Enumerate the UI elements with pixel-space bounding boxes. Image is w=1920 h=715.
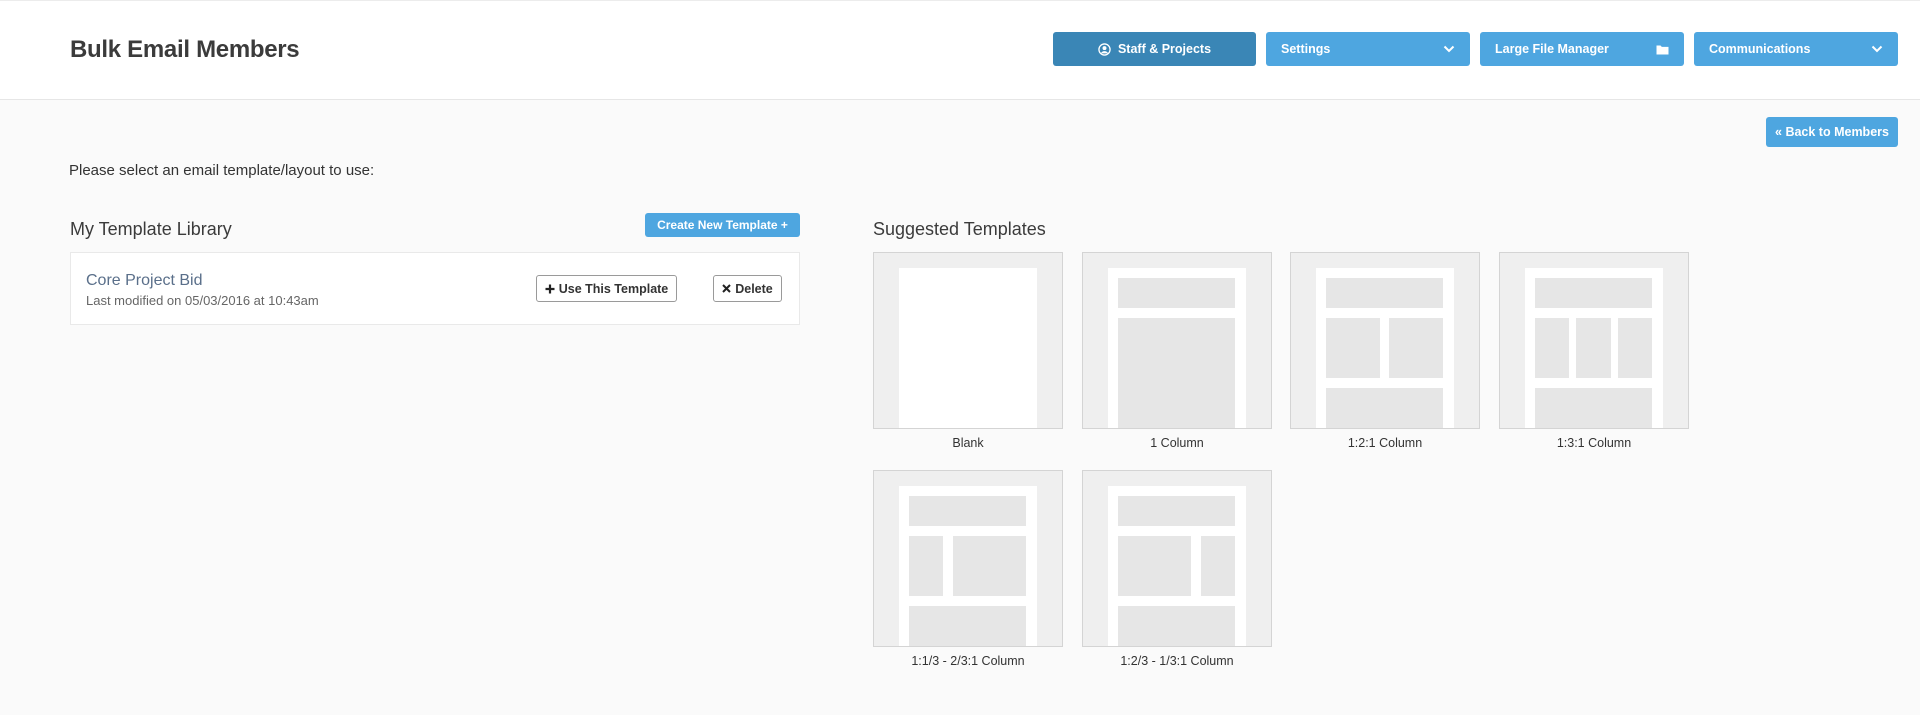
- close-icon: [722, 284, 731, 293]
- template-thumb-1-3-1-column[interactable]: [1499, 252, 1689, 429]
- template-thumb-label: 1:3:1 Column: [1556, 436, 1632, 450]
- template-thumb-1-column[interactable]: [1082, 252, 1272, 429]
- template-name[interactable]: Core Project Bid: [86, 272, 203, 290]
- template-thumb-label: 1:1/3 - 2/3:1 Column: [911, 654, 1025, 668]
- paper-preview: [1525, 268, 1663, 428]
- create-new-template-button[interactable]: Create New Template +: [645, 213, 800, 237]
- staff-projects-label: Staff & Projects: [1117, 42, 1212, 56]
- template-modified-date: Last modified on 05/03/2016 at 10:43am: [86, 293, 319, 308]
- template-thumb-blank[interactable]: [873, 252, 1063, 429]
- page-title: Bulk Email Members: [70, 36, 300, 63]
- chevron-down-icon: [1871, 45, 1883, 53]
- chevron-down-icon: [1443, 45, 1455, 53]
- template-thumb-1-1third-2third-1-column[interactable]: [873, 470, 1063, 647]
- template-card: Core Project Bid Last modified on 05/03/…: [70, 252, 800, 325]
- user-circle-icon: [1098, 42, 1111, 56]
- communications-dropdown[interactable]: Communications: [1694, 32, 1898, 66]
- template-thumb-label: 1:2/3 - 1/3:1 Column: [1120, 654, 1234, 668]
- large-file-manager-button[interactable]: Large File Manager: [1480, 32, 1684, 66]
- paper-preview: [899, 486, 1037, 646]
- instruction-text: Please select an email template/layout t…: [69, 162, 375, 179]
- top-header: Bulk Email Members Staff & Projects Sett…: [0, 0, 1920, 100]
- template-thumb-label: Blank: [952, 436, 984, 450]
- settings-dropdown[interactable]: Settings: [1266, 32, 1470, 66]
- use-template-label: Use This Template: [558, 281, 669, 296]
- back-to-members-button[interactable]: « Back to Members: [1766, 117, 1898, 147]
- library-title: My Template Library: [70, 219, 232, 239]
- folder-icon: [1656, 44, 1669, 55]
- paper-preview: [1316, 268, 1454, 428]
- settings-label: Settings: [1281, 42, 1331, 56]
- large-file-manager-label: Large File Manager: [1495, 42, 1609, 56]
- paper-preview: [1108, 486, 1246, 646]
- use-template-button[interactable]: Use This Template: [536, 275, 677, 302]
- template-thumb-1-2third-1third-1-column[interactable]: [1082, 470, 1272, 647]
- plus-icon: [545, 284, 555, 294]
- suggested-title: Suggested Templates: [873, 219, 1046, 239]
- template-thumb-label: 1 Column: [1150, 436, 1204, 450]
- delete-template-button[interactable]: Delete: [713, 275, 782, 302]
- template-thumb-1-2-1-column[interactable]: [1290, 252, 1480, 429]
- paper-preview: [899, 268, 1037, 428]
- staff-projects-button[interactable]: Staff & Projects: [1053, 32, 1256, 66]
- delete-label: Delete: [735, 281, 773, 296]
- template-thumb-label: 1:2:1 Column: [1347, 436, 1423, 450]
- paper-preview: [1108, 268, 1246, 428]
- communications-label: Communications: [1709, 42, 1811, 56]
